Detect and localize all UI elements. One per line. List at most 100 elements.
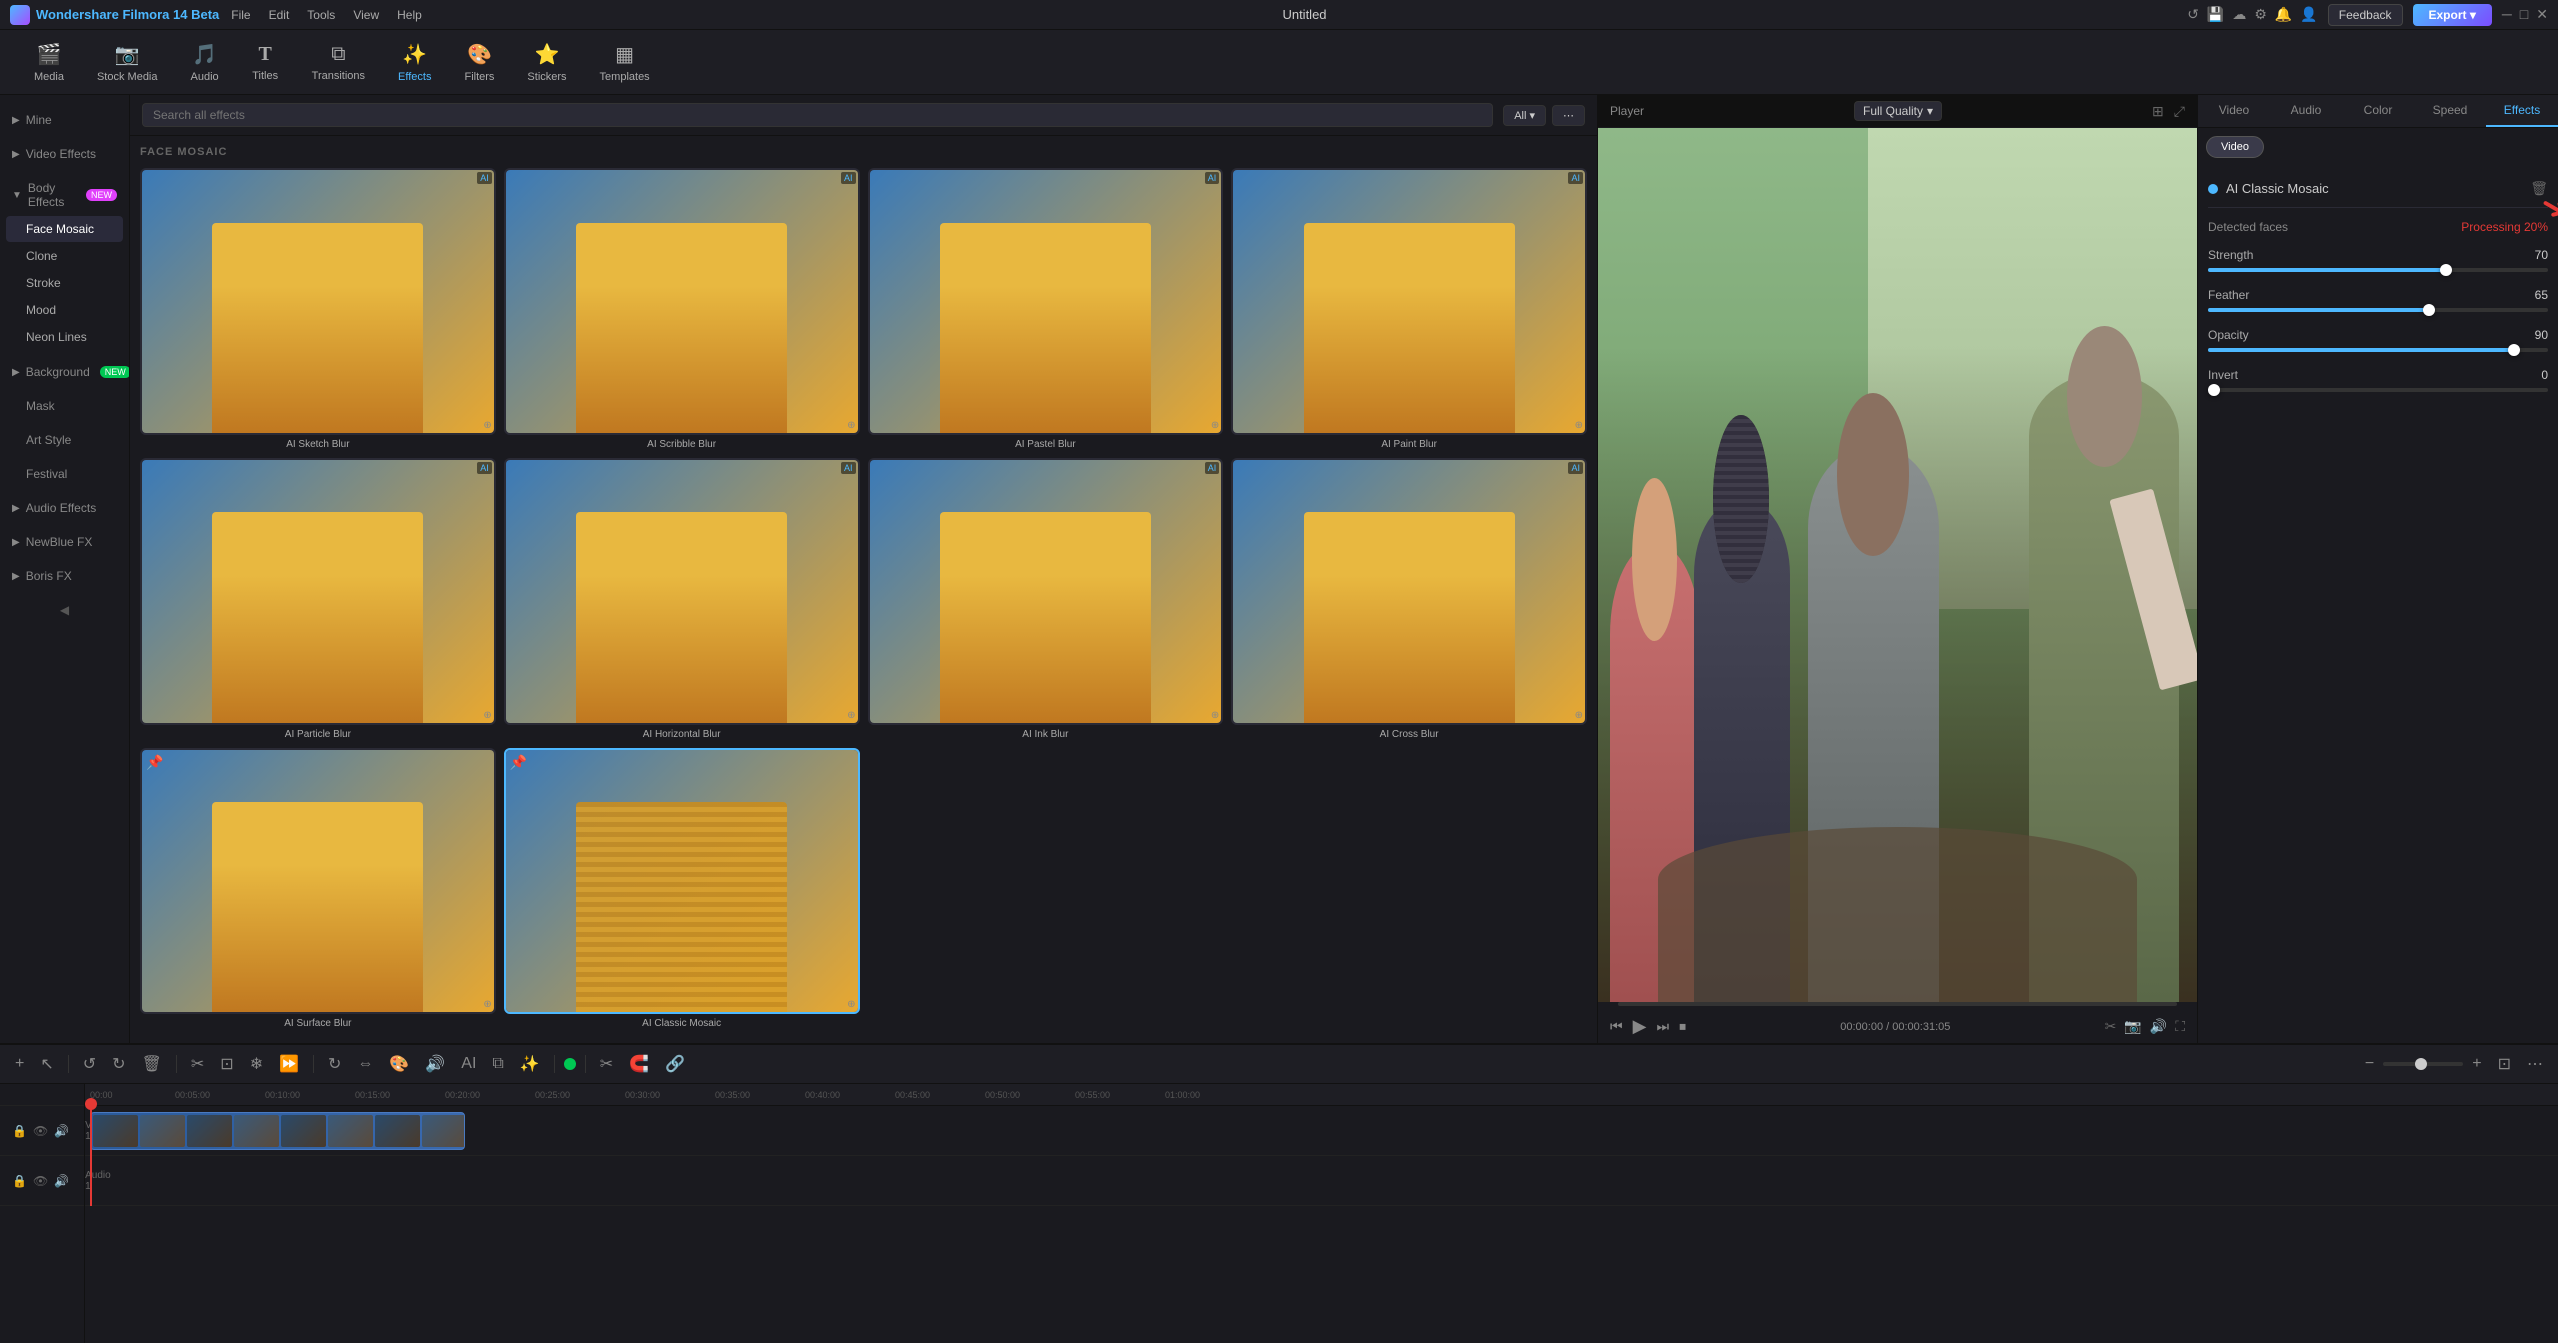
snapshot-icon[interactable]: 📷	[2124, 1018, 2141, 1035]
settings-icon[interactable]: ⚙	[2254, 6, 2267, 23]
tl-select-tool[interactable]: ↖	[35, 1051, 58, 1077]
effect-ai-paint-blur[interactable]: AI ⊕ AI Paint Blur	[1231, 168, 1587, 450]
playhead[interactable]	[90, 1106, 92, 1206]
tab-effects[interactable]: Effects	[2486, 95, 2558, 127]
section-header-newblue[interactable]: ▶ NewBlue FX	[0, 529, 129, 555]
tl-undo-button[interactable]: ↺	[78, 1051, 101, 1077]
tl-snip-button[interactable]: ✂	[595, 1051, 618, 1077]
delete-effect-button[interactable]: 🗑	[2530, 180, 2548, 197]
tl-zoom-thumb[interactable]	[2415, 1058, 2427, 1070]
toolbar-audio[interactable]: 🎵 Audio	[177, 34, 233, 91]
stop-icon[interactable]: ⏹	[1679, 1018, 1686, 1035]
video-track-mute-icon[interactable]: 🔊	[52, 1122, 71, 1140]
tl-more-button[interactable]: ⋯	[2522, 1051, 2548, 1077]
effect-ai-surface-blur[interactable]: 📌 ⊕ AI Surface Blur	[140, 748, 496, 1030]
left-item-neon-lines[interactable]: Neon Lines	[6, 324, 123, 350]
tl-ai-button[interactable]: AI	[456, 1052, 481, 1076]
effect-ai-classic-mosaic[interactable]: 📌 ⊕ AI Classic Mosaic	[504, 748, 860, 1030]
tl-zoom-out[interactable]: −	[2360, 1052, 2379, 1076]
effect-ai-scribble-blur[interactable]: AI ⊕ AI Scribble Blur	[504, 168, 860, 450]
tl-rotate-button[interactable]: ↻	[323, 1051, 346, 1077]
effect-ai-horizontal-blur[interactable]: AI ⊕ AI Horizontal Blur	[504, 458, 860, 740]
left-item-face-mosaic[interactable]: Face Mosaic	[6, 216, 123, 242]
menu-edit[interactable]: Edit	[269, 8, 290, 22]
section-header-boris[interactable]: ▶ Boris FX	[0, 563, 129, 589]
effects-search-input[interactable]	[142, 103, 1493, 127]
tl-fit-button[interactable]: ⊡	[2493, 1051, 2516, 1077]
notification-icon[interactable]: 🔔	[2275, 6, 2292, 23]
tl-zoom-in[interactable]: +	[2467, 1052, 2486, 1076]
section-header-video-effects[interactable]: ▶ Video Effects	[0, 141, 129, 167]
tl-transition-button[interactable]: ⧉	[487, 1052, 508, 1076]
audio-track-lock-icon[interactable]: 🔒	[10, 1172, 29, 1190]
preview-progress-bar[interactable]	[1618, 1002, 2177, 1006]
section-header-art-style[interactable]: Art Style	[0, 427, 129, 453]
video-clip[interactable]	[90, 1112, 465, 1150]
invert-slider[interactable]	[2208, 388, 2548, 392]
avatar[interactable]: 👤	[2300, 6, 2317, 23]
tab-video[interactable]: Video	[2198, 95, 2270, 127]
export-button[interactable]: Export ▾	[2413, 4, 2492, 26]
invert-slider-thumb[interactable]	[2208, 384, 2220, 396]
effect-ai-pastel-blur[interactable]: AI ⊕ AI Pastel Blur	[868, 168, 1224, 450]
tab-color[interactable]: Color	[2342, 95, 2414, 127]
strength-slider[interactable]	[2208, 268, 2548, 272]
menu-view[interactable]: View	[353, 8, 379, 22]
quality-selector[interactable]: Full Quality ▾	[1854, 101, 1942, 121]
toolbar-templates[interactable]: ▦ Templates	[586, 34, 664, 91]
tl-split-button[interactable]: ✂	[186, 1051, 209, 1077]
effect-ai-sketch-blur[interactable]: AI ⊕ AI Sketch Blur	[140, 168, 496, 450]
tl-flip-button[interactable]: ⇔	[352, 1052, 378, 1076]
tl-speed-button[interactable]: ⏩	[274, 1051, 304, 1077]
timeline-right[interactable]: 00:00 00:05:00 00:10:00 00:15:00 00:20:0…	[85, 1084, 2558, 1343]
tl-add-media-button[interactable]: +	[10, 1052, 29, 1076]
tl-color-button[interactable]: 🎨	[384, 1051, 414, 1077]
collapse-panel-btn[interactable]: ◀	[0, 593, 129, 627]
tl-zoom-slider[interactable]	[2383, 1062, 2463, 1066]
tl-link-button[interactable]: 🔗	[660, 1051, 690, 1077]
tl-redo-button[interactable]: ↻	[107, 1051, 130, 1077]
tl-delete-button[interactable]: 🗑	[137, 1051, 167, 1077]
effect-ai-ink-blur[interactable]: AI ⊕ AI Ink Blur	[868, 458, 1224, 740]
opacity-slider[interactable]	[2208, 348, 2548, 352]
menu-file[interactable]: File	[231, 8, 250, 22]
close-icon[interactable]: ✕	[2536, 6, 2548, 23]
feedback-button[interactable]: Feedback	[2328, 4, 2403, 26]
volume-icon[interactable]: 🔊	[2150, 1018, 2167, 1035]
effect-ai-cross-blur[interactable]: AI ⊕ AI Cross Blur	[1231, 458, 1587, 740]
left-item-mood[interactable]: Mood	[6, 297, 123, 323]
section-header-mine[interactable]: ▶ Mine	[0, 107, 129, 133]
toolbar-media[interactable]: 🎬 Media	[20, 34, 78, 91]
fullscreen-icon[interactable]: ⛶	[2175, 1018, 2185, 1035]
left-item-stroke[interactable]: Stroke	[6, 270, 123, 296]
maximize-icon[interactable]: □	[2520, 6, 2528, 23]
strength-slider-thumb[interactable]	[2440, 264, 2452, 276]
tl-crop-button[interactable]: ⊡	[215, 1051, 238, 1077]
toolbar-effects[interactable]: ✨ Effects	[384, 34, 445, 91]
toolbar-titles[interactable]: T Titles	[238, 35, 293, 90]
sub-tab-video[interactable]: Video	[2206, 136, 2264, 158]
tab-audio[interactable]: Audio	[2270, 95, 2342, 127]
tl-effect-button[interactable]: ✨	[515, 1051, 545, 1077]
undo-icon[interactable]: ↺	[2187, 6, 2199, 23]
tl-audio-button[interactable]: 🔊	[420, 1051, 450, 1077]
section-header-background[interactable]: ▶ Background NEW	[0, 359, 129, 385]
video-track-eye-icon[interactable]: 👁	[31, 1122, 50, 1140]
cloud-icon[interactable]: ☁	[2232, 6, 2246, 23]
toolbar-transitions[interactable]: ⧉ Transitions	[298, 35, 379, 90]
tab-speed[interactable]: Speed	[2414, 95, 2486, 127]
filter-all-button[interactable]: All ▾	[1503, 105, 1546, 126]
play-button[interactable]: ▶	[1633, 1016, 1647, 1037]
prev-frame-icon[interactable]: ⏮	[1610, 1018, 1623, 1035]
minimize-icon[interactable]: ─	[2502, 6, 2512, 23]
toolbar-stock-media[interactable]: 📷 Stock Media	[83, 34, 172, 91]
toolbar-filters[interactable]: 🎨 Filters	[450, 34, 508, 91]
preview-expand-icon[interactable]: ⤢	[2174, 103, 2185, 120]
next-frame-icon[interactable]: ⏭	[1656, 1018, 1669, 1035]
tl-freeze-button[interactable]: ❄	[245, 1051, 268, 1077]
toolbar-stickers[interactable]: ⭐ Stickers	[513, 34, 580, 91]
feather-slider[interactable]	[2208, 308, 2548, 312]
section-header-mask[interactable]: Mask	[0, 393, 129, 419]
menu-tools[interactable]: Tools	[307, 8, 335, 22]
section-header-festival[interactable]: Festival	[0, 461, 129, 487]
